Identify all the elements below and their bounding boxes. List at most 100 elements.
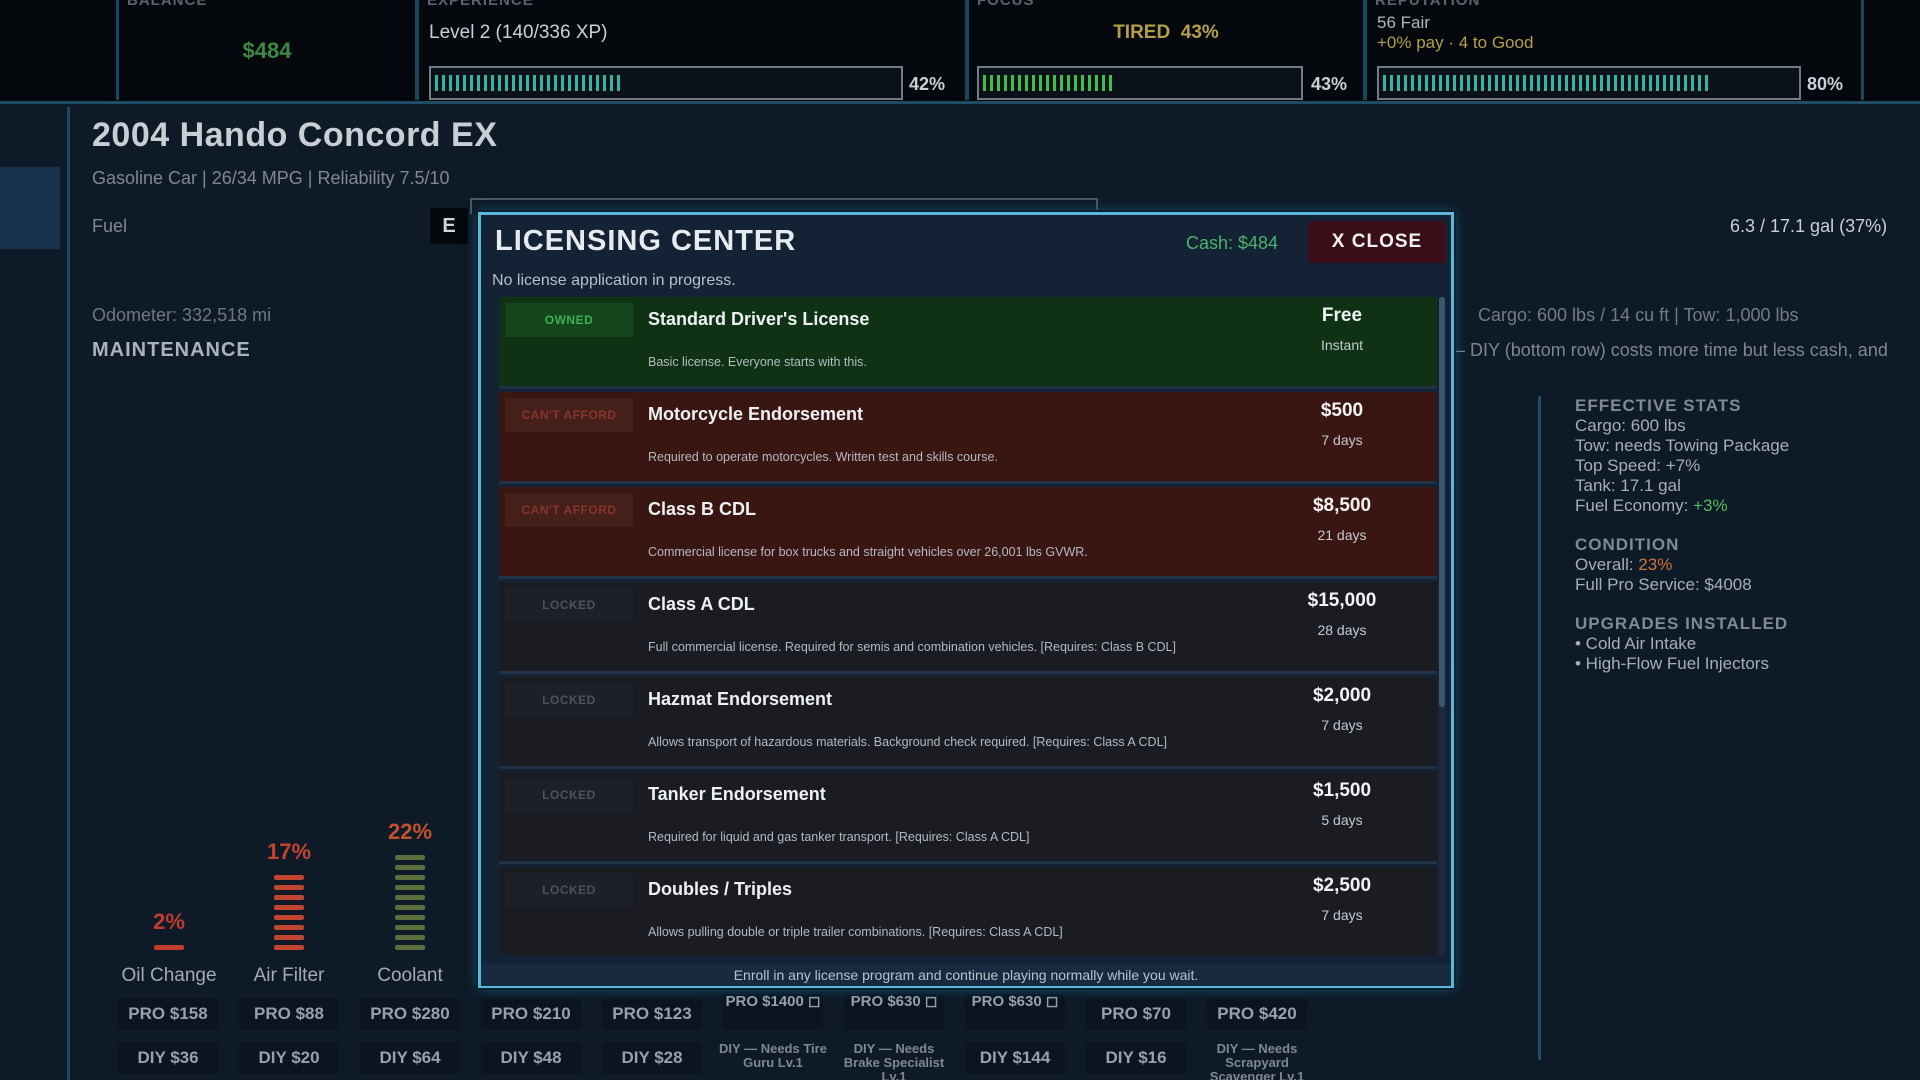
fuel-economy-label: Fuel Economy: <box>1575 496 1694 515</box>
focus-status-text: TIRED <box>1113 22 1171 43</box>
diy-service-button[interactable]: DIY $20 <box>239 1042 339 1074</box>
vehicle-stats-panel: EFFECTIVE STATS Cargo: 600 lbs Tow: need… <box>1538 396 1920 1060</box>
license-row[interactable]: OWNED Standard Driver's License Basic lice… <box>499 297 1437 389</box>
license-price: $8,500 <box>1312 495 1372 516</box>
pro-service-button[interactable]: PRO $630 ◻ <box>965 994 1065 1030</box>
pro-service-button[interactable]: PRO $1400 ◻ <box>723 994 823 1030</box>
pro-service-button[interactable]: PRO $158 <box>118 998 218 1030</box>
maintenance-level-tick <box>395 925 425 930</box>
maintenance-level-tick <box>274 925 304 930</box>
pro-service-button[interactable]: PRO $70 <box>1086 998 1186 1030</box>
license-duration: 7 days <box>1321 717 1363 733</box>
license-name: Doubles / Triples <box>648 879 793 899</box>
license-row[interactable]: LOCKED Tanker Endorsement Required for liq… <box>499 772 1437 864</box>
maintenance-level-ticks <box>395 855 425 955</box>
maintenance-level-ticks <box>154 945 184 955</box>
license-row[interactable]: LOCKED Class A CDL Full commercial license… <box>499 582 1437 674</box>
focus-meter <box>977 66 1303 100</box>
maintenance-label: Coolant <box>377 965 443 986</box>
fuel-empty-mark: E <box>430 208 468 244</box>
license-description: Required to operate motorcycles. Written… <box>648 450 998 464</box>
focus-status-pct: 43% <box>1180 22 1219 43</box>
upgrade-item: • High-Flow Fuel Injectors <box>1575 654 1769 673</box>
maintenance-level-tick <box>395 865 425 870</box>
license-price: $1,500 <box>1312 780 1372 801</box>
license-description: Required for liquid and gas tanker trans… <box>648 830 1030 844</box>
license-name: Hazmat Endorsement <box>648 689 833 709</box>
license-name: Motorcycle Endorsement <box>648 404 864 424</box>
license-duration: 5 days <box>1321 812 1363 828</box>
odometer: Odometer: 332,518 mi <box>92 305 272 325</box>
license-status-badge: LOCKED <box>505 588 633 622</box>
modal-title: LICENSING CENTER <box>495 225 797 257</box>
stat-tank: Tank: 17.1 gal <box>1575 476 1681 495</box>
stats-bar: BALANCE $484 EXPERIENCE Level 2 (140/336… <box>0 0 1920 104</box>
license-status-badge: CAN'T AFFORD <box>505 398 633 432</box>
diy-service-button[interactable]: DIY $144 <box>965 1042 1065 1074</box>
maintenance-level-tick <box>395 855 425 860</box>
license-description: Allows pulling double or triple trailer … <box>648 925 1063 939</box>
side-nav-selected-item[interactable] <box>0 167 60 249</box>
license-duration: 7 days <box>1321 432 1363 448</box>
license-row[interactable]: LOCKED Hazmat Endorsement Allows transport… <box>499 677 1437 769</box>
diy-note: – DIY (bottom row) costs more time but l… <box>1455 340 1888 360</box>
reputation-label: REPUTATION <box>1375 0 1481 9</box>
license-status-badge: LOCKED <box>505 683 633 717</box>
focus-label: FOCUS <box>977 0 1035 9</box>
license-price: $15,000 <box>1307 590 1377 611</box>
diy-requirement-note: DIY — Needs Brake Specialist Lv.1 <box>843 1041 945 1080</box>
license-status-badge: CAN'T AFFORD <box>505 493 633 527</box>
diy-service-button[interactable]: DIY $16 <box>1086 1042 1186 1074</box>
modal-footer-note: Enroll in any license program and contin… <box>481 964 1451 986</box>
maintenance-level-ticks <box>274 875 304 955</box>
license-description: Commercial license for box trucks and st… <box>648 545 1088 559</box>
license-list[interactable]: OWNED Standard Driver's License Basic lice… <box>499 297 1437 955</box>
diy-requirement-note: DIY — Needs Scrapyard Scavenger Lv.1 <box>1209 1041 1305 1080</box>
experience-panel: EXPERIENCE Level 2 (140/336 XP) 42% <box>416 0 968 100</box>
pro-service-button[interactable]: PRO $280 <box>360 998 460 1030</box>
stat-top-speed: Top Speed: +7% <box>1575 456 1701 475</box>
license-price: $2,000 <box>1312 685 1372 706</box>
pro-service-button[interactable]: PRO $420 <box>1207 998 1307 1030</box>
vehicle-subtitle: Gasoline Car | 26/34 MPG | Reliability 7… <box>92 168 450 188</box>
fuel-amount: 6.3 / 17.1 gal (37%) <box>1730 216 1888 236</box>
maintenance-pct: 22% <box>387 819 433 844</box>
license-row[interactable]: CAN'T AFFORD Motorcycle Endorsement Requir… <box>499 392 1437 484</box>
license-list-scrollbar[interactable] <box>1439 297 1445 955</box>
maintenance-level-tick <box>154 945 184 950</box>
condition-overall-label: Overall: <box>1575 555 1639 574</box>
pro-service-button[interactable]: PRO $210 <box>481 998 581 1030</box>
pro-service-button[interactable]: PRO $88 <box>239 998 339 1030</box>
side-nav <box>0 107 70 1080</box>
license-price: $500 <box>1320 400 1364 421</box>
license-row[interactable]: CAN'T AFFORD Class B CDL Commercial licens… <box>499 487 1437 579</box>
upgrade-item: • Cold Air Intake <box>1575 634 1697 653</box>
license-description: Full commercial license. Required for se… <box>648 640 1176 654</box>
stat-cargo: Cargo: 600 lbs <box>1575 416 1686 435</box>
cargo-tow-line: Cargo: 600 lbs / 14 cu ft | Tow: 1,000 l… <box>1478 305 1799 325</box>
diy-service-button[interactable]: DIY $28 <box>602 1042 702 1074</box>
reputation-meter <box>1377 66 1801 100</box>
license-row[interactable]: LOCKED Doubles / Triples Allows pulling do… <box>499 867 1437 955</box>
maintenance-level-tick <box>274 885 304 890</box>
close-button[interactable]: X CLOSE <box>1308 221 1446 263</box>
license-name: Class B CDL <box>648 499 757 519</box>
maintenance-level-tick <box>395 905 425 910</box>
diy-service-button[interactable]: DIY $36 <box>118 1042 218 1074</box>
condition-heading: CONDITION <box>1575 535 1680 554</box>
license-name: Standard Driver's License <box>648 309 870 329</box>
scrollbar-thumb[interactable] <box>1439 297 1445 707</box>
diy-service-button[interactable]: DIY $64 <box>360 1042 460 1074</box>
focus-meter-fill <box>983 75 1114 91</box>
license-price: $2,500 <box>1312 875 1372 896</box>
maintenance-level-tick <box>395 875 425 880</box>
license-name: Class A CDL <box>648 594 755 614</box>
fuel-economy-value: +3% <box>1693 496 1728 515</box>
pro-service-button[interactable]: PRO $123 <box>602 998 702 1030</box>
effective-stats-heading: EFFECTIVE STATS <box>1575 396 1742 415</box>
diy-service-button[interactable]: DIY $48 <box>481 1042 581 1074</box>
experience-label: EXPERIENCE <box>427 0 534 9</box>
focus-pct: 43% <box>1311 74 1348 94</box>
experience-meter-fill <box>435 75 625 91</box>
pro-service-button[interactable]: PRO $630 ◻ <box>844 994 944 1030</box>
